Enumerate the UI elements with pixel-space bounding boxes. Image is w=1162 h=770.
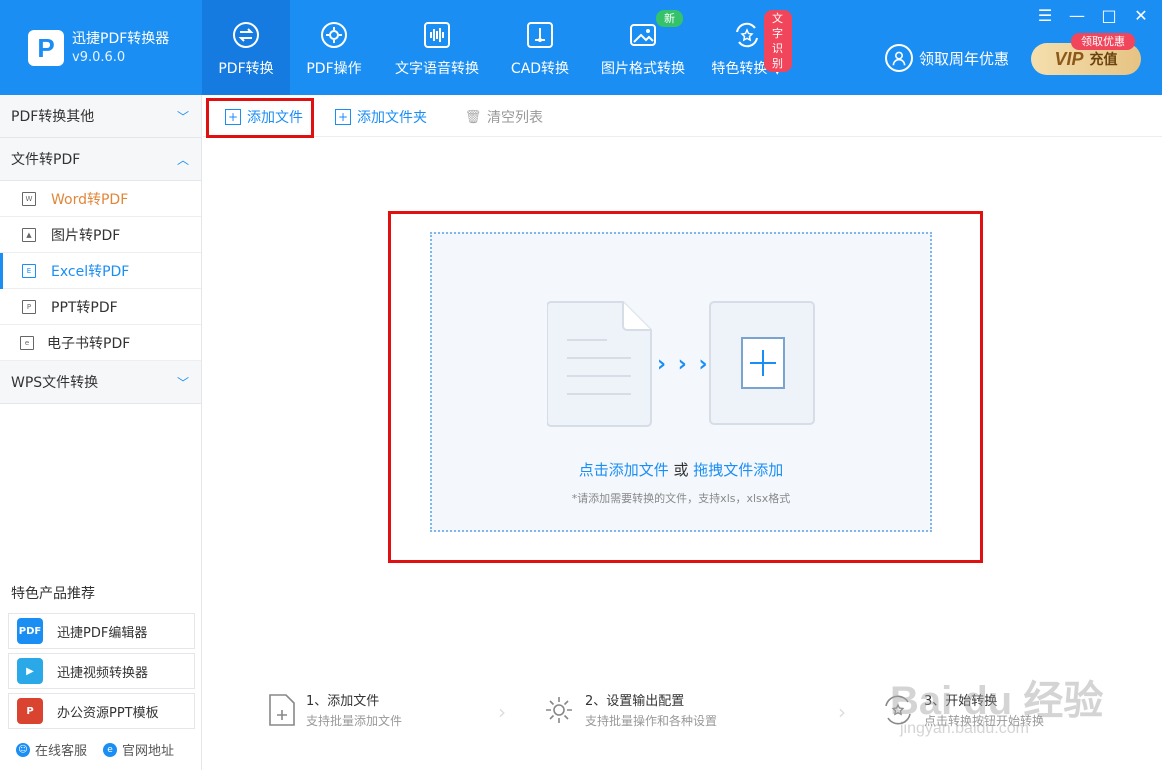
baidu-watermark: Bai du 经验: [890, 679, 1104, 723]
close-icon[interactable]: ✕: [1132, 6, 1150, 25]
app-version: v9.0.6.0: [72, 50, 126, 65]
section-pdf-other[interactable]: PDF转换其他 ﹀: [0, 95, 201, 138]
step-output-config: 2、设置输出配置 支持批量操作和各种设置: [543, 690, 717, 729]
gear-icon: [319, 20, 349, 50]
vip-promo-tag: 领取优惠: [1071, 33, 1135, 50]
nav-image-convert[interactable]: 新 图片格式转换: [584, 0, 702, 95]
sidebar-item-image-to-pdf[interactable]: ▲ 图片转PDF: [0, 217, 201, 253]
website-link[interactable]: e 官网地址: [103, 740, 174, 759]
section-file-to-pdf[interactable]: 文件转PDF ︿: [0, 138, 201, 181]
anniversary-promo[interactable]: 领取周年优惠: [885, 44, 1009, 72]
convert-icon: [231, 20, 261, 50]
app-title: 迅捷PDF转换器: [72, 31, 170, 47]
star-convert-icon: [732, 20, 762, 50]
cad-icon: [525, 20, 555, 50]
sidebar: PDF转换其他 ﹀ 文件转PDF ︿ W Word转PDF ▲ 图片转PDF E…: [0, 95, 202, 770]
chevron-down-icon: ﹀: [176, 375, 189, 390]
section-wps-convert[interactable]: WPS文件转换 ﹀: [0, 361, 201, 404]
recommend-pdf-editor[interactable]: PDF 迅捷PDF编辑器: [8, 613, 195, 649]
highlight-add-file: [206, 98, 314, 138]
dropzone-instruction: 点击添加文件 或 拖拽文件添加: [578, 461, 784, 479]
excel-file-icon: E: [22, 263, 36, 278]
sidebar-footer: ☺ 在线客服 e 官网地址: [16, 740, 174, 759]
chevron-down-icon: ﹀: [176, 109, 189, 124]
maximize-icon[interactable]: □: [1100, 6, 1118, 25]
nav-special-convert[interactable]: 文字识别 特色转换 ▼: [702, 0, 792, 95]
ppt-file-icon: P: [22, 299, 36, 314]
user-icon: [885, 44, 913, 72]
online-support-link[interactable]: ☺ 在线客服: [16, 740, 87, 759]
sidebar-item-ebook-to-pdf[interactable]: e 电子书转PDF: [0, 325, 201, 361]
menu-icon[interactable]: ☰: [1036, 6, 1054, 25]
nav-text-speech[interactable]: 文字语音转换: [378, 0, 496, 95]
sidebar-item-excel-to-pdf[interactable]: E Excel转PDF: [0, 253, 201, 289]
chevron-up-icon: ︿: [176, 152, 189, 167]
word-file-icon: W: [22, 191, 36, 206]
ppt-template-icon: P: [17, 698, 43, 724]
pdf-editor-icon: PDF: [17, 618, 43, 644]
step-add-file: 1、添加文件 支持批量添加文件: [268, 690, 402, 729]
click-add-file-link[interactable]: 点击添加文件: [579, 461, 669, 479]
new-badge: 新: [656, 10, 683, 27]
arrow-right-icon: › › ›: [657, 352, 710, 377]
sidebar-item-word-to-pdf[interactable]: W Word转PDF: [0, 181, 201, 217]
clear-list-button[interactable]: 🗑 清空列表: [465, 101, 543, 133]
app-logo: P: [28, 30, 64, 66]
nav-cad-convert[interactable]: CAD转换: [496, 0, 584, 95]
window-controls: ☰ — □ ✕: [1036, 6, 1150, 25]
file-add-icon: [269, 693, 295, 726]
recommend-ppt-templates[interactable]: P 办公资源PPT模板: [8, 693, 195, 729]
step-chevron-icon: ›: [498, 700, 506, 724]
dropzone-hint: *请添加需要转换的文件，支持xls，xlsx格式: [571, 492, 791, 505]
browser-icon: e: [103, 742, 118, 757]
support-icon: ☺: [16, 742, 30, 757]
audio-wave-icon: [422, 20, 452, 50]
step-chevron-icon: ›: [838, 700, 846, 724]
settings-icon: [546, 696, 572, 723]
main-nav: PDF转换 PDF操作 文字语音转换 CAD转换 新 图片格式转换 文字识别 特…: [202, 0, 792, 95]
nav-pdf-convert[interactable]: PDF转换: [202, 0, 290, 95]
image-icon: [628, 20, 658, 50]
recommend-title: 特色产品推荐: [11, 586, 95, 602]
drag-add-file-link: 拖拽文件添加: [693, 461, 784, 479]
add-folder-button[interactable]: + 添加文件夹: [335, 101, 427, 133]
add-folder-icon: +: [335, 109, 351, 125]
sidebar-item-ppt-to-pdf[interactable]: P PPT转PDF: [0, 289, 201, 325]
recommend-video-converter[interactable]: ▶ 迅捷视频转换器: [8, 653, 195, 689]
ebook-file-icon: e: [20, 335, 34, 350]
top-bar: P 迅捷PDF转换器 v9.0.6.0 PDF转换 PDF操作 文字语音转换 C…: [0, 0, 1162, 95]
image-file-icon: ▲: [22, 227, 36, 242]
baidu-watermark-url: jingyan.baidu.com: [900, 720, 1029, 737]
trash-icon: 🗑: [464, 109, 482, 125]
file-dropzone[interactable]: › › › 点击添加文件 或 拖拽文件添加 *请添加需要转换的文件，支持xls，…: [430, 232, 932, 532]
ocr-badge: 文字识别: [764, 10, 792, 72]
minimize-icon[interactable]: —: [1068, 6, 1086, 25]
video-converter-icon: ▶: [17, 658, 43, 684]
nav-pdf-operate[interactable]: PDF操作: [290, 0, 378, 95]
toolbar: + 添加文件 + 添加文件夹 🗑 清空列表: [203, 95, 1162, 137]
